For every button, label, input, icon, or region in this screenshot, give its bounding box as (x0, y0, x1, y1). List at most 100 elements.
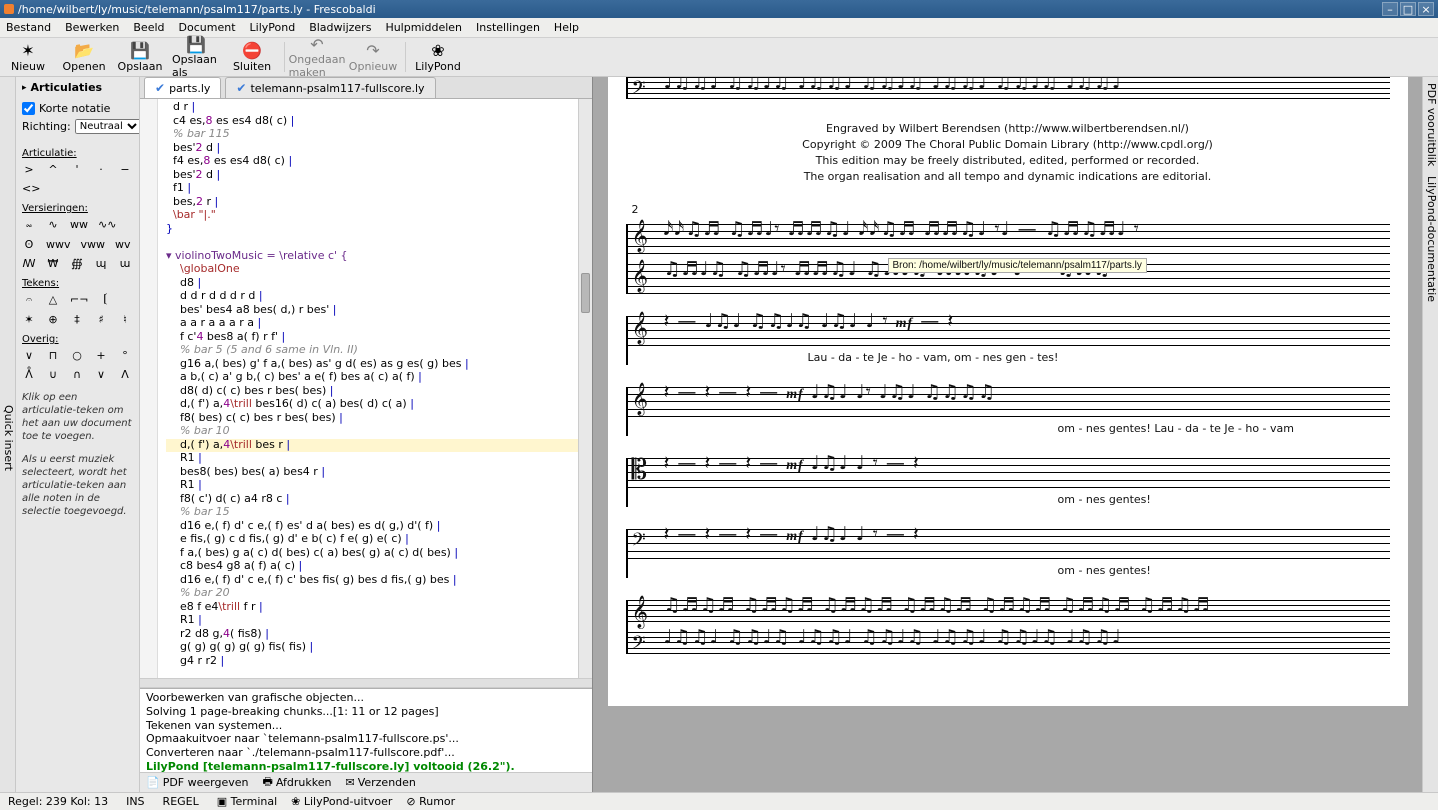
tab-fullscore[interactable]: ✔telemann-psalm117-fullscore.ly (225, 77, 435, 98)
misc-symbol[interactable]: ᐰ (22, 368, 36, 381)
sign-symbol[interactable]: △ (46, 293, 60, 307)
sign-symbol[interactable]: ‡ (70, 313, 84, 326)
status-lilyout[interactable]: ❀ LilyPond-uitvoer (291, 795, 392, 808)
ornament-symbol[interactable]: ꟿ (22, 257, 36, 270)
ornament-symbol[interactable]: ɰ (94, 257, 108, 270)
maximize-button[interactable]: □ (1400, 2, 1416, 16)
misc-symbol[interactable]: ∩ (70, 368, 84, 381)
status-term[interactable]: ▣ Terminal (217, 795, 277, 808)
sign-symbol[interactable]: ⊕ (46, 313, 60, 326)
ornament-symbol[interactable]: wv (115, 238, 131, 251)
articulation-symbol[interactable]: − (118, 163, 132, 176)
send-button[interactable]: ✉ Verzenden (345, 776, 415, 789)
term-icon: ▣ (217, 795, 227, 808)
menu-bewerken[interactable]: Bewerken (65, 21, 119, 34)
treble-clef-icon: 𝄞 (632, 261, 649, 293)
close-button[interactable]: ⛔Sluiten (228, 39, 276, 75)
dock-quick-insert[interactable]: Quick insert (0, 77, 16, 792)
panel-title: Articulaties (22, 81, 133, 94)
direction-select[interactable]: Neutraal (75, 119, 140, 134)
ornament-symbol[interactable]: ∰ (70, 257, 84, 270)
treble-clef-icon: 𝄞 (632, 313, 649, 345)
lilypond-icon: ❀ (431, 42, 444, 60)
close-icon: ⛔ (242, 42, 262, 60)
save-button[interactable]: 💾Opslaan (116, 39, 164, 75)
ornament-symbol[interactable]: ww (70, 218, 88, 232)
menu-bestand[interactable]: Bestand (6, 21, 51, 34)
menu-help[interactable]: Help (554, 21, 579, 34)
treble-clef-icon: 𝄞 (632, 597, 649, 629)
ornament-symbol[interactable]: 𝆗 (22, 218, 36, 232)
misc-symbol[interactable]: ∨ (94, 368, 108, 381)
undo-button: ↶Ongedaan maken (293, 39, 341, 75)
editor-minimap[interactable] (140, 678, 592, 688)
ornament-symbol[interactable]: ʘ (22, 238, 36, 251)
ornament-symbol[interactable]: ₩ (46, 257, 60, 270)
menu-document[interactable]: Document (179, 21, 236, 34)
send-icon: ✉ (345, 776, 354, 789)
ornament-symbol[interactable]: ɯ (118, 257, 132, 270)
status-rumor[interactable]: ⊘ Rumor (406, 795, 455, 808)
tab-parts[interactable]: ✔parts.ly (144, 77, 221, 98)
bottom-toolbar: 📄 PDF weergeven 🖶 Afdrukken ✉ Verzenden (140, 772, 592, 792)
short-notation-checkbox[interactable]: Korte notatie (22, 102, 133, 115)
section-overig: Overig: (22, 334, 133, 345)
lyric-line-2: om - nes gentes! Lau - da - te Je - ho -… (1058, 421, 1390, 436)
articulation-symbol[interactable]: ^ (46, 163, 60, 176)
menu-hulpmiddelen[interactable]: Hulpmiddelen (385, 21, 462, 34)
new-button[interactable]: ✶Nieuw (4, 39, 52, 75)
menu-bladwijzers[interactable]: Bladwijzers (309, 21, 371, 34)
dock-pdf-preview[interactable]: PDF vooruitblik (1423, 83, 1438, 166)
misc-symbol[interactable]: + (94, 349, 108, 362)
editor-scrollbar[interactable] (578, 99, 592, 678)
sign-symbol[interactable]: ♮ (118, 313, 132, 326)
print-icon: 🖶 (263, 773, 273, 792)
statusbar: Regel: 239 Kol: 13 INS REGEL ▣ Terminal❀… (0, 792, 1438, 810)
treble-clef-icon: 𝄞 (632, 384, 649, 416)
redo-button: ↷Opnieuw (349, 39, 397, 75)
new-icon: ✶ (21, 42, 34, 60)
sign-symbol[interactable]: ♯ (94, 313, 108, 326)
misc-symbol[interactable]: ∪ (46, 368, 60, 381)
minimize-button[interactable]: – (1382, 2, 1398, 16)
pdf-preview[interactable]: 𝄢 ♩♫♫♩ ♫♫♩♫ ♩♫♫♩ ♫♫♩♫ ♩♫♫♩ ♫♫♩♫ ♩♫♫♩ Eng… (592, 77, 1422, 792)
saveas-button[interactable]: 💾Opslaan als (172, 39, 220, 75)
dock-lilypond-docs[interactable]: LilyPond-documentatie (1423, 176, 1438, 302)
ornament-symbol[interactable]: ∿ (46, 218, 60, 232)
articulation-symbol[interactable]: · (94, 163, 108, 176)
pdf-button[interactable]: 📄 PDF weergeven (146, 776, 249, 789)
articulation-symbol[interactable]: <> (22, 182, 40, 195)
undo-icon: ↶ (310, 35, 323, 53)
window-title: /home/wilbert/ly/music/telemann/psalm117… (18, 3, 376, 16)
misc-symbol[interactable]: ° (118, 349, 132, 362)
open-button[interactable]: 📂Openen (60, 39, 108, 75)
close-window-button[interactable]: × (1418, 2, 1434, 16)
articulation-symbol[interactable]: > (22, 163, 36, 176)
sign-symbol[interactable]: 𝄐 (22, 293, 36, 307)
misc-symbol[interactable]: ᐱ (118, 368, 132, 381)
code-editor[interactable]: d r | c4 es,8 es es4 d8( c) | % bar 115 … (140, 99, 578, 678)
panel-hint-1: Klik op een articulatie-teken om het aan… (22, 391, 133, 443)
sign-symbol[interactable]: ⌐¬ (70, 293, 88, 307)
status-insert-mode: INS (126, 795, 144, 808)
sign-symbol[interactable]: 𝄕 (98, 293, 112, 307)
menu-instellingen[interactable]: Instellingen (476, 21, 540, 34)
status-line-mode: REGEL (163, 795, 199, 808)
redo-icon: ↷ (366, 42, 379, 60)
lyric-line-4: om - nes gentes! (1058, 563, 1390, 578)
sign-symbol[interactable]: ✶ (22, 313, 36, 326)
lyric-line-1: Lau - da - te Je - ho - vam, om - nes ge… (808, 350, 1390, 365)
ornament-symbol[interactable]: wwv (46, 238, 71, 251)
misc-symbol[interactable]: ∨ (22, 349, 36, 362)
ornament-symbol[interactable]: vww (81, 238, 106, 251)
articulation-symbol[interactable]: ' (70, 163, 84, 176)
misc-symbol[interactable]: ○ (70, 349, 84, 362)
print-button[interactable]: 🖶 Afdrukken (263, 773, 332, 792)
ornament-symbol[interactable]: ∿∿ (98, 218, 116, 232)
menu-beeld[interactable]: Beeld (133, 21, 164, 34)
menu-lilypond[interactable]: LilyPond (250, 21, 296, 34)
source-tooltip: Bron: /home/wilbert/ly/music/telemann/ps… (888, 258, 1147, 273)
saveas-icon: 💾 (186, 35, 206, 53)
misc-symbol[interactable]: ⊓ (46, 349, 60, 362)
lilypond-button[interactable]: ❀LilyPond (414, 39, 462, 75)
